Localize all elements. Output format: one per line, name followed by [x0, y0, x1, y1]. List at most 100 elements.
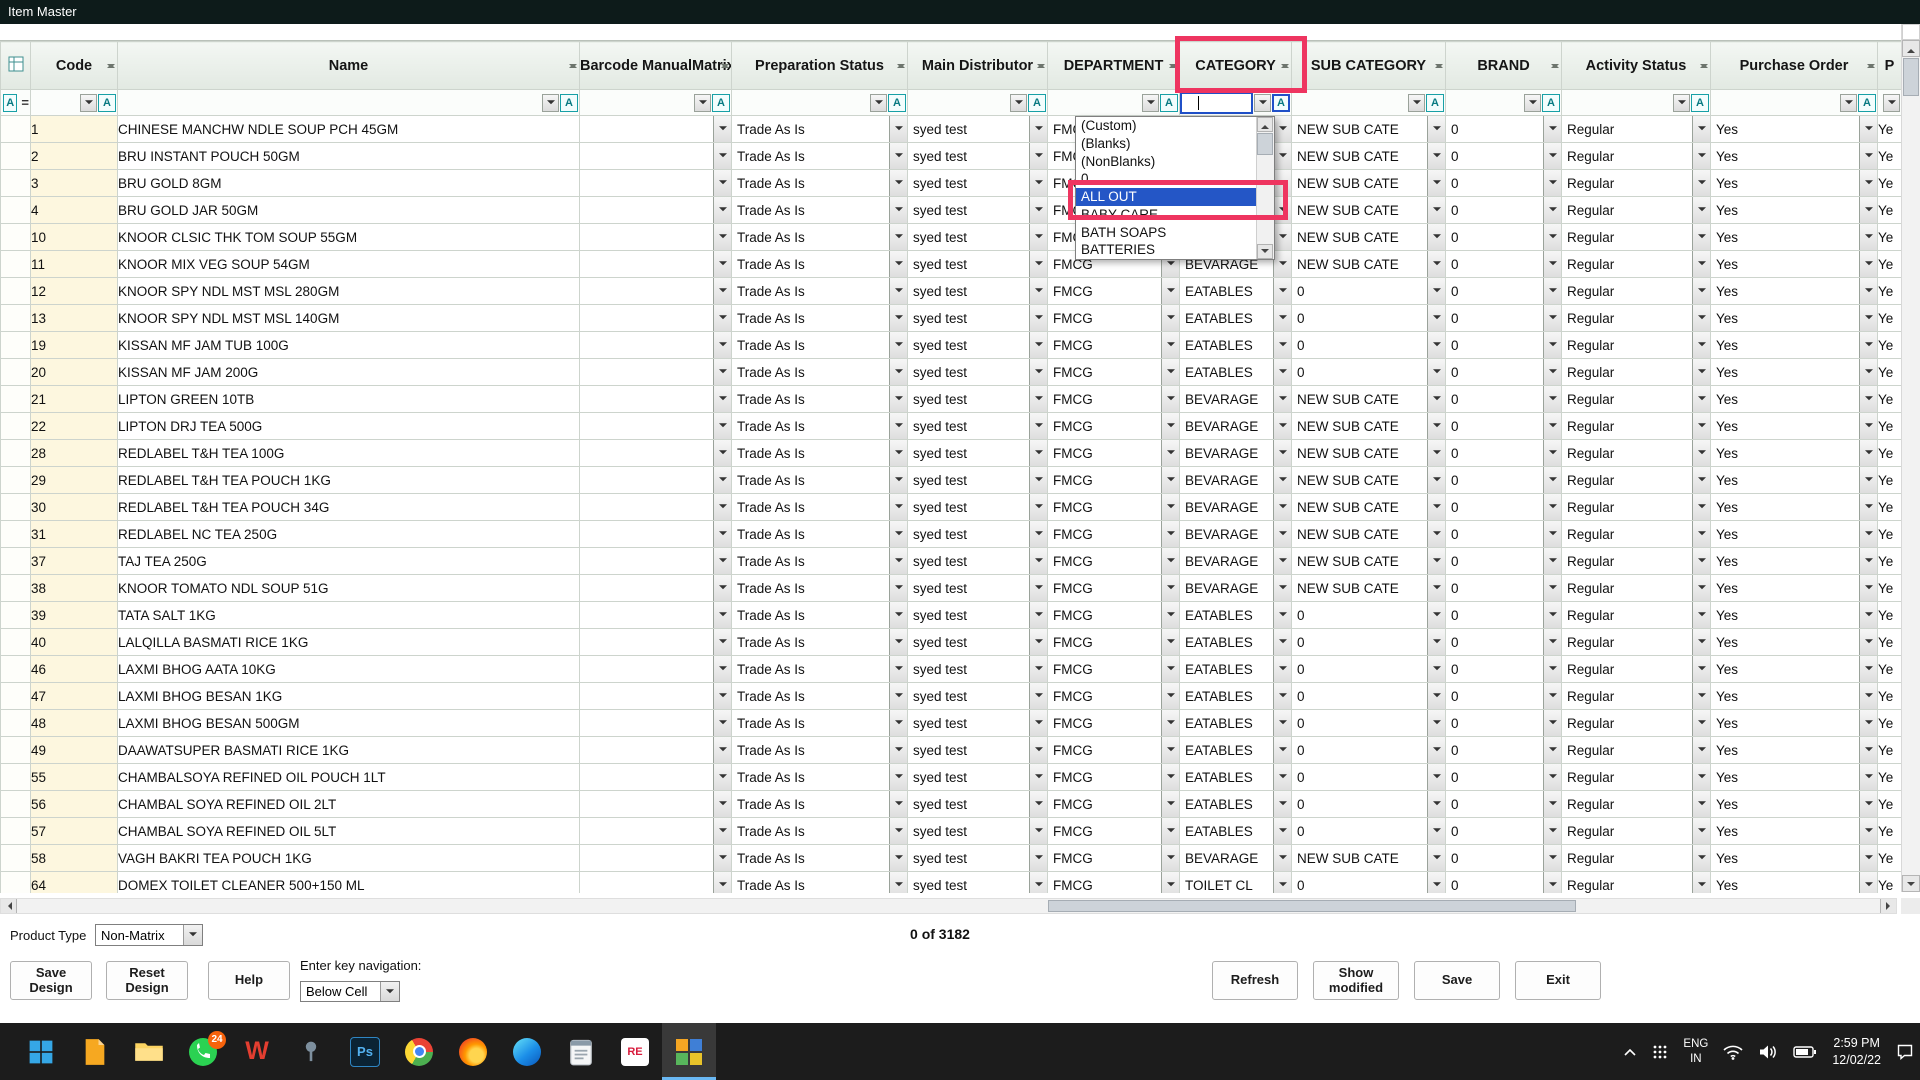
filter-dropdown-arrow[interactable] — [1408, 94, 1425, 112]
cell-preparation-status[interactable]: Trade As Is — [732, 818, 908, 845]
cell-preparation-status[interactable]: Trade As Is — [732, 359, 908, 386]
cell-dropdown-arrow[interactable] — [889, 251, 907, 277]
col-header-name[interactable]: Name — [118, 42, 580, 90]
cell-dropdown-arrow[interactable] — [1273, 197, 1291, 223]
row-selector[interactable] — [1, 359, 31, 386]
cell-dropdown-arrow[interactable] — [1273, 332, 1291, 358]
cell-dropdown-arrow[interactable] — [1859, 683, 1877, 709]
cell-dropdown-arrow[interactable] — [1859, 224, 1877, 250]
filter-icon[interactable]: A — [1691, 94, 1709, 112]
cell-dropdown-arrow[interactable] — [1427, 143, 1445, 169]
sort-icon[interactable] — [107, 60, 115, 72]
cell-main-distributor[interactable]: syed test — [908, 467, 1048, 494]
cell-main-distributor[interactable]: syed test — [908, 521, 1048, 548]
cell-dropdown-arrow[interactable] — [713, 197, 731, 223]
cell-activity-status[interactable]: Regular — [1562, 521, 1711, 548]
cell-department[interactable]: FMCG — [1048, 521, 1180, 548]
cell-name[interactable]: LIPTON DRJ TEA 500G — [118, 413, 580, 440]
cell-dropdown-arrow[interactable] — [1273, 413, 1291, 439]
filter-icon[interactable]: A — [1426, 94, 1444, 112]
cell-dropdown-arrow[interactable] — [1427, 764, 1445, 790]
cell-code[interactable]: 39 — [31, 602, 118, 629]
scroll-down-button[interactable] — [1902, 875, 1920, 892]
cell-name[interactable]: LAXMI BHOG AATA 10KG — [118, 656, 580, 683]
cell-dropdown-arrow[interactable] — [1692, 170, 1710, 196]
cell-brand[interactable]: 0 — [1446, 602, 1562, 629]
cell-preparation-status[interactable]: Trade As Is — [732, 197, 908, 224]
table-row[interactable]: 2 BRU INSTANT POUCH 50GM Trade As Is sye… — [1, 143, 1902, 170]
cell-barcode[interactable] — [580, 278, 732, 305]
cell-name[interactable]: KNOOR MIX VEG SOUP 54GM — [118, 251, 580, 278]
filter-icon[interactable]: A — [712, 94, 730, 112]
cell-main-distributor[interactable]: syed test — [908, 278, 1048, 305]
start-button[interactable] — [14, 1023, 68, 1080]
filter-dropdown-arrow[interactable] — [542, 94, 559, 112]
cell-brand[interactable]: 0 — [1446, 251, 1562, 278]
cell-code[interactable]: 46 — [31, 656, 118, 683]
cell-sub-category[interactable]: NEW SUB CATE — [1292, 386, 1446, 413]
cell-dropdown-arrow[interactable] — [1692, 629, 1710, 655]
cell-code[interactable]: 31 — [31, 521, 118, 548]
cell-p[interactable]: Ye — [1878, 818, 1902, 845]
table-row[interactable]: 37 TAJ TEA 250G Trade As Is syed test FM… — [1, 548, 1902, 575]
cell-barcode[interactable] — [580, 440, 732, 467]
cell-purchase-order[interactable]: Yes — [1711, 521, 1878, 548]
cell-main-distributor[interactable]: syed test — [908, 440, 1048, 467]
cell-dropdown-arrow[interactable] — [889, 224, 907, 250]
cell-dropdown-arrow[interactable] — [1427, 278, 1445, 304]
cell-p[interactable]: Ye — [1878, 602, 1902, 629]
cell-dropdown-arrow[interactable] — [1161, 413, 1179, 439]
cell-dropdown-arrow[interactable] — [889, 143, 907, 169]
equals-operator-icon[interactable]: = — [21, 95, 29, 110]
cell-dropdown-arrow[interactable] — [1427, 170, 1445, 196]
firefox-button[interactable] — [446, 1023, 500, 1080]
cell-activity-status[interactable]: Regular — [1562, 359, 1711, 386]
cell-dropdown-arrow[interactable] — [889, 575, 907, 601]
table-row[interactable]: 12 KNOOR SPY NDL MST MSL 280GM Trade As … — [1, 278, 1902, 305]
cell-dropdown-arrow[interactable] — [1427, 440, 1445, 466]
cell-dropdown-arrow[interactable] — [1161, 602, 1179, 628]
filter-dropdown-arrow[interactable] — [870, 94, 887, 112]
cell-sub-category[interactable]: NEW SUB CATE — [1292, 521, 1446, 548]
dropdown-scroll-up-button[interactable] — [1257, 117, 1273, 132]
cell-dropdown-arrow[interactable] — [1543, 467, 1561, 493]
cell-activity-status[interactable]: Regular — [1562, 251, 1711, 278]
cell-category[interactable]: BEVARAGE — [1180, 521, 1292, 548]
cell-brand[interactable]: 0 — [1446, 872, 1562, 894]
cell-dropdown-arrow[interactable] — [1161, 629, 1179, 655]
cell-preparation-status[interactable]: Trade As Is — [732, 683, 908, 710]
category-dropdown-item[interactable]: (Custom) — [1076, 117, 1257, 135]
cell-dropdown-arrow[interactable] — [1543, 197, 1561, 223]
cell-name[interactable]: REDLABEL NC TEA 250G — [118, 521, 580, 548]
table-row[interactable]: 46 LAXMI BHOG AATA 10KG Trade As Is syed… — [1, 656, 1902, 683]
cell-sub-category[interactable]: NEW SUB CATE — [1292, 224, 1446, 251]
category-filter-dropdown-arrow[interactable] — [1254, 94, 1271, 112]
cell-preparation-status[interactable]: Trade As Is — [732, 656, 908, 683]
cell-barcode[interactable] — [580, 710, 732, 737]
cell-dropdown-arrow[interactable] — [1692, 359, 1710, 385]
cell-code[interactable]: 40 — [31, 629, 118, 656]
cell-dropdown-arrow[interactable] — [1427, 710, 1445, 736]
cell-dropdown-arrow[interactable] — [1859, 251, 1877, 277]
cell-preparation-status[interactable]: Trade As Is — [732, 629, 908, 656]
cell-name[interactable]: LALQILLA BASMATI RICE 1KG — [118, 629, 580, 656]
sort-icon[interactable] — [1867, 60, 1875, 72]
cell-department[interactable]: FMCG — [1048, 386, 1180, 413]
row-selector[interactable] — [1, 386, 31, 413]
cell-dropdown-arrow[interactable] — [889, 791, 907, 817]
col-header-barcode[interactable]: Barcode ManualMatrix — [580, 42, 732, 90]
table-row[interactable]: 47 LAXMI BHOG BESAN 1KG Trade As Is syed… — [1, 683, 1902, 710]
filter-dropdown-arrow[interactable] — [1883, 94, 1900, 112]
people-grid-icon[interactable] — [1652, 1044, 1668, 1060]
cell-preparation-status[interactable]: Trade As Is — [732, 602, 908, 629]
cell-main-distributor[interactable]: syed test — [908, 764, 1048, 791]
cell-dropdown-arrow[interactable] — [1543, 629, 1561, 655]
cell-dropdown-arrow[interactable] — [1161, 872, 1179, 893]
cell-purchase-order[interactable]: Yes — [1711, 440, 1878, 467]
cell-name[interactable]: CHAMBALSOYA REFINED OIL POUCH 1LT — [118, 764, 580, 791]
cell-category[interactable]: EATABLES — [1180, 359, 1292, 386]
cell-name[interactable]: KNOOR SPY NDL MST MSL 140GM — [118, 305, 580, 332]
cell-sub-category[interactable]: 0 — [1292, 818, 1446, 845]
cell-brand[interactable]: 0 — [1446, 224, 1562, 251]
cell-brand[interactable]: 0 — [1446, 845, 1562, 872]
